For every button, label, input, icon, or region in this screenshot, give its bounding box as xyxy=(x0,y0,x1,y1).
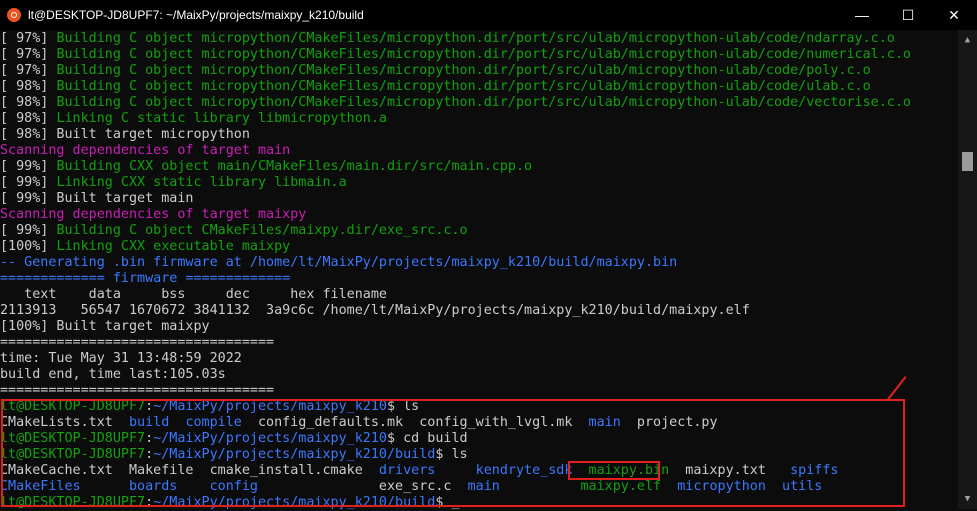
ubuntu-icon xyxy=(7,8,21,22)
scrollbar[interactable]: ▲ ▼ xyxy=(958,30,977,509)
terminal-text: Linking CXX static library libmain.a xyxy=(56,175,347,190)
terminal-text: [ 99%] xyxy=(0,223,57,238)
terminal-text: Building C object CMakeFiles/maixpy.dir/… xyxy=(56,223,468,238)
terminal-line: [ 98%] Linking C static library libmicro… xyxy=(0,111,387,127)
terminal-text: [ 99%] xyxy=(0,175,57,190)
terminal-text: [ 98%] xyxy=(0,95,57,110)
terminal-line: [ 97%] Building C object micropython/CMa… xyxy=(0,31,895,47)
terminal-line: [ 99%] Building CXX object main/CMakeFil… xyxy=(0,159,532,175)
minimize-button[interactable]: — xyxy=(839,0,885,30)
scroll-down-icon[interactable]: ▼ xyxy=(958,491,977,507)
terminal-line: build end, time last:105.03s xyxy=(0,367,226,383)
terminal-line: ============= firmware ============= xyxy=(0,271,290,287)
scroll-up-icon[interactable]: ▲ xyxy=(958,32,977,48)
terminal-line: Scanning dependencies of target main xyxy=(0,143,290,159)
terminal-text: [ 99%] Built target main xyxy=(0,191,194,206)
terminal-line: [ 97%] Building C object micropython/CMa… xyxy=(0,63,871,79)
terminal-line: [100%] Linking CXX executable maixpy xyxy=(0,239,290,255)
terminal-line: [ 98%] Built target micropython xyxy=(0,127,250,143)
terminal-text: [ 99%] xyxy=(0,159,57,174)
terminal-line: 2113913 56547 1670672 3841132 3a9c6c /ho… xyxy=(0,303,750,319)
terminal-text: -- Generating .bin firmware at /home/lt/… xyxy=(0,255,678,270)
terminal-line: time: Tue May 31 13:48:59 2022 xyxy=(0,351,242,367)
terminal-line: Scanning dependencies of target maixpy xyxy=(0,207,306,223)
title-bar: lt@DESKTOP-JD8UPF7: ~/MaixPy/projects/ma… xyxy=(0,0,977,30)
terminal-text: Building C object micropython/CMakeFiles… xyxy=(56,63,871,78)
terminal-text: [ 97%] xyxy=(0,47,57,62)
terminal-text: Building C object micropython/CMakeFiles… xyxy=(56,31,895,46)
terminal-text: [100%] Built target maixpy xyxy=(0,319,210,334)
terminal-text: text data bss dec hex filename xyxy=(0,287,387,302)
terminal-text: Linking CXX executable maixpy xyxy=(56,239,291,254)
maximize-button[interactable]: ☐ xyxy=(885,0,931,30)
terminal-line: ================================== xyxy=(0,383,274,399)
terminal-text: 2113913 56547 1670672 3841132 3a9c6c /ho… xyxy=(0,303,750,318)
terminal-text: [ 98%] xyxy=(0,111,57,126)
terminal-text: Scanning dependencies of target maixpy xyxy=(0,207,307,222)
window-title: lt@DESKTOP-JD8UPF7: ~/MaixPy/projects/ma… xyxy=(28,8,364,22)
terminal-line: [ 98%] Building C object micropython/CMa… xyxy=(0,95,911,111)
terminal-text: Building C object micropython/CMakeFiles… xyxy=(56,47,911,62)
terminal-text: [ 97%] xyxy=(0,63,57,78)
terminal-text: [ 97%] xyxy=(0,31,57,46)
terminal-line: ================================== xyxy=(0,335,274,351)
terminal-text: time: Tue May 31 13:48:59 2022 xyxy=(0,351,242,366)
terminal-line: [ 99%] Built target main xyxy=(0,191,193,207)
terminal-line: [ 99%] Linking CXX static library libmai… xyxy=(0,175,347,191)
terminal-text: [ 98%] Built target micropython xyxy=(0,127,250,142)
terminal-text: Linking C static library libmicropython.… xyxy=(56,111,387,126)
terminal-line: [ 99%] Building C object CMakeFiles/maix… xyxy=(0,223,468,239)
scrollbar-thumb[interactable] xyxy=(962,152,973,171)
terminal-line: -- Generating .bin firmware at /home/lt/… xyxy=(0,255,677,271)
highlight-box-maixpy-bin xyxy=(568,461,660,480)
terminal-text: ================================== xyxy=(0,383,275,398)
terminal-text: ============= firmware ============= xyxy=(0,271,291,286)
terminal-text: ================================== xyxy=(0,335,275,350)
terminal-text: [100%] xyxy=(0,239,57,254)
terminal-text: Building C object micropython/CMakeFiles… xyxy=(56,95,911,110)
terminal-text: build end, time last:105.03s xyxy=(0,367,226,382)
highlight-box-commands xyxy=(1,399,905,507)
terminal-line: [ 97%] Building C object micropython/CMa… xyxy=(0,47,911,63)
close-button[interactable]: ✕ xyxy=(931,0,977,30)
terminal-text: Building CXX object main/CMakeFiles/main… xyxy=(56,159,533,174)
terminal-line: text data bss dec hex filename xyxy=(0,287,387,303)
terminal-line: [100%] Built target maixpy xyxy=(0,319,210,335)
terminal-text: Scanning dependencies of target main xyxy=(0,143,291,158)
terminal-text: [ 98%] xyxy=(0,79,57,94)
terminal-text: Building C object micropython/CMakeFiles… xyxy=(56,79,871,94)
terminal-line: [ 98%] Building C object micropython/CMa… xyxy=(0,79,871,95)
